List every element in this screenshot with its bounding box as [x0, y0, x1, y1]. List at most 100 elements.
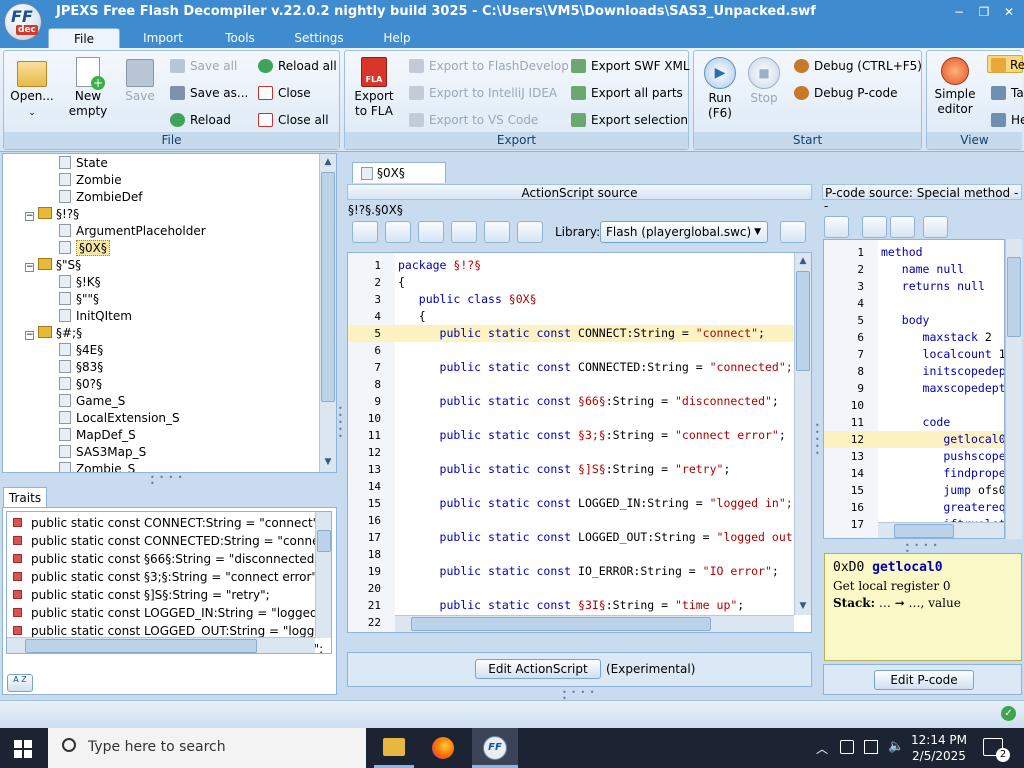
remove-trait-icon[interactable] — [385, 221, 411, 243]
code-line[interactable]: body — [881, 312, 930, 329]
splitter-grip-right[interactable]: • • • • • — [815, 422, 821, 458]
minimize-button[interactable]: − — [950, 4, 968, 20]
code-line[interactable]: pushscope — [881, 448, 1004, 465]
collapse-icon[interactable]: − — [25, 331, 34, 340]
traits-hscroll-thumb[interactable] — [25, 639, 257, 653]
graph-icon[interactable] — [484, 221, 510, 243]
tree-class-node[interactable]: LocalExtension_S — [59, 410, 180, 427]
close-button[interactable]: ✕ — [1000, 4, 1018, 20]
tab-tools[interactable]: Tools — [205, 28, 275, 48]
resource-tree[interactable]: State Zombie ZombieDef − §!?§ ArgumentPlaceho… — [2, 153, 337, 473]
code-line[interactable]: localcount 1 — [881, 346, 1004, 363]
pcode-tool-4-icon[interactable] — [923, 216, 948, 238]
traits-list[interactable]: public static const CONNECT:String = "co… — [6, 511, 332, 654]
trait-item[interactable]: public static const CONNECTED:String = "… — [13, 532, 331, 550]
splitter-grip-left[interactable]: • • • • • — [338, 405, 344, 441]
trait-item[interactable]: public static const CONNECT:String = "co… — [13, 514, 322, 532]
export-script-icon[interactable] — [418, 221, 444, 243]
tree-package-node[interactable]: − §#;§ — [25, 325, 82, 342]
tree-class-node[interactable]: §83§ — [59, 359, 103, 376]
tree-class-node[interactable]: Game_S — [59, 393, 125, 410]
splitter-grip-center[interactable]: • • • • • — [562, 689, 596, 703]
firefox-icon[interactable] — [432, 737, 454, 759]
tab-file[interactable]: File — [48, 28, 120, 48]
code-line[interactable]: jump ofs0 — [881, 482, 1004, 499]
tray-network-icon[interactable] — [840, 740, 854, 754]
add-trait-icon[interactable] — [352, 221, 378, 243]
pcode-tool-3-icon[interactable] — [890, 216, 915, 238]
close-all-button[interactable]: Close all — [258, 111, 329, 129]
tree-class-node[interactable]: SAS3Map_S — [59, 444, 146, 461]
tree-class-node[interactable]: ZombieDef — [59, 189, 142, 206]
code-line[interactable]: public static const LOGGED_IN:String = "… — [398, 495, 793, 512]
code-line[interactable]: public static const IO_ERROR:String = "I… — [398, 563, 779, 580]
trait-item[interactable]: public static const LOGGED_IN:String = "… — [13, 604, 331, 622]
tags-view-button[interactable]: Ta — [991, 84, 1024, 102]
tree-class-node[interactable]: Zombie_S — [59, 461, 135, 472]
new-empty-button[interactable]: + New empty — [64, 57, 112, 119]
code-line[interactable]: public static const §3I§:String = "time … — [398, 597, 745, 614]
code-line[interactable]: method — [881, 244, 923, 261]
reload-all-button[interactable]: Reload all — [258, 57, 337, 75]
reload-button[interactable]: Reload — [170, 111, 231, 129]
save-as-button[interactable]: Save as... — [170, 84, 248, 102]
code-line[interactable]: returns null — [881, 278, 985, 295]
scroll-down-icon[interactable]: ▼ — [795, 598, 811, 614]
tree-class-node[interactable]: §!K§ — [59, 274, 101, 291]
export-flashdevelop-button[interactable]: Export to FlashDevelop — [409, 57, 569, 75]
export-all-parts-button[interactable]: Export all parts — [571, 84, 683, 102]
tree-class-node[interactable]: MapDef_S — [59, 427, 136, 444]
restore-button[interactable]: ❐ — [975, 4, 993, 20]
collapse-icon[interactable]: − — [25, 263, 34, 272]
tab-import[interactable]: Import — [128, 28, 198, 48]
tree-scroll-thumb[interactable] — [321, 172, 335, 402]
editor-tab[interactable]: §0X§ — [352, 162, 446, 183]
code-line[interactable]: getlocal0 — [881, 431, 1004, 448]
editor-hscroll-thumb[interactable] — [411, 617, 711, 631]
tree-class-node[interactable]: State — [59, 155, 108, 172]
tree-class-node[interactable]: ArgumentPlaceholder — [59, 223, 206, 240]
code-line[interactable]: name null — [881, 261, 964, 278]
pcode-vertical-scrollbar[interactable] — [1005, 239, 1022, 539]
pcode-scroll-thumb[interactable] — [1007, 257, 1021, 337]
code-line[interactable]: { — [398, 308, 426, 325]
pcode-editor[interactable]: 1 method 2 name null 3 returns null 4 5 body 6… — [823, 239, 1005, 539]
traits-vertical-scrollbar[interactable] — [315, 512, 331, 638]
stop-button[interactable]: ■ Stop — [744, 57, 784, 106]
pcode-horizontal-scrollbar[interactable] — [878, 522, 1004, 538]
tray-volume-muted-icon[interactable]: 🔈 — [888, 739, 904, 754]
trait-item[interactable]: public static const §3;§:String = "conne… — [13, 568, 321, 586]
code-line[interactable]: public class §0X§ — [398, 291, 537, 308]
traits-scroll-thumb[interactable] — [317, 530, 331, 552]
sort-traits-button[interactable]: A Z — [7, 674, 33, 692]
tree-class-node[interactable]: InitQItem — [59, 308, 132, 325]
code-line[interactable]: public static const CONNECT:String = "co… — [398, 325, 765, 342]
list-icon[interactable] — [517, 221, 543, 243]
code-line[interactable]: public static const §]S§:String = "retry… — [398, 461, 731, 478]
pcode-hscroll-thumb[interactable] — [894, 524, 954, 538]
tree-class-node[interactable]: §0?§ — [59, 376, 102, 393]
tab-settings[interactable]: Settings — [283, 28, 355, 48]
actionscript-editor[interactable]: 1 package §!?§ 2 {3 public class §0X§ 4 {5 p… — [347, 252, 812, 633]
export-swf-xml-button[interactable]: Export SWF XML — [571, 57, 690, 75]
jpexs-taskbar-button[interactable]: FF — [472, 728, 518, 768]
file-explorer-icon[interactable] — [383, 738, 405, 756]
library-select[interactable]: Flash (playerglobal.swc) ▼ — [600, 221, 768, 243]
splitter-grip-pcode[interactable]: • • • • • — [905, 542, 939, 556]
pcode-tool-1-icon[interactable] — [824, 216, 849, 238]
code-line[interactable]: findprope — [881, 465, 1004, 482]
tree-class-node[interactable]: §""§ — [59, 291, 99, 308]
code-line[interactable]: public static const CONNECTED:String = "… — [398, 359, 793, 376]
code-line[interactable]: maxstack 2 — [881, 329, 992, 346]
code-line[interactable]: code — [881, 414, 951, 431]
tray-chevron-up-icon[interactable]: ︿ — [816, 740, 828, 757]
export-intellij-button[interactable]: Export to IntelliJ IDEA — [409, 84, 557, 102]
pcode-push-icon[interactable] — [862, 216, 887, 238]
save-all-button[interactable]: Save all — [170, 57, 237, 75]
export-to-fla-button[interactable]: FLA Export to FLA — [349, 57, 399, 119]
tray-clock[interactable]: 12:14 PM 2/5/2025 — [910, 732, 968, 764]
traits-horizontal-scrollbar[interactable] — [7, 637, 315, 653]
editor-horizontal-scrollbar[interactable] — [395, 615, 794, 632]
tree-vertical-scrollbar[interactable]: ▲ ▼ — [319, 154, 336, 472]
export-selection-button[interactable]: Export selection — [571, 111, 688, 129]
